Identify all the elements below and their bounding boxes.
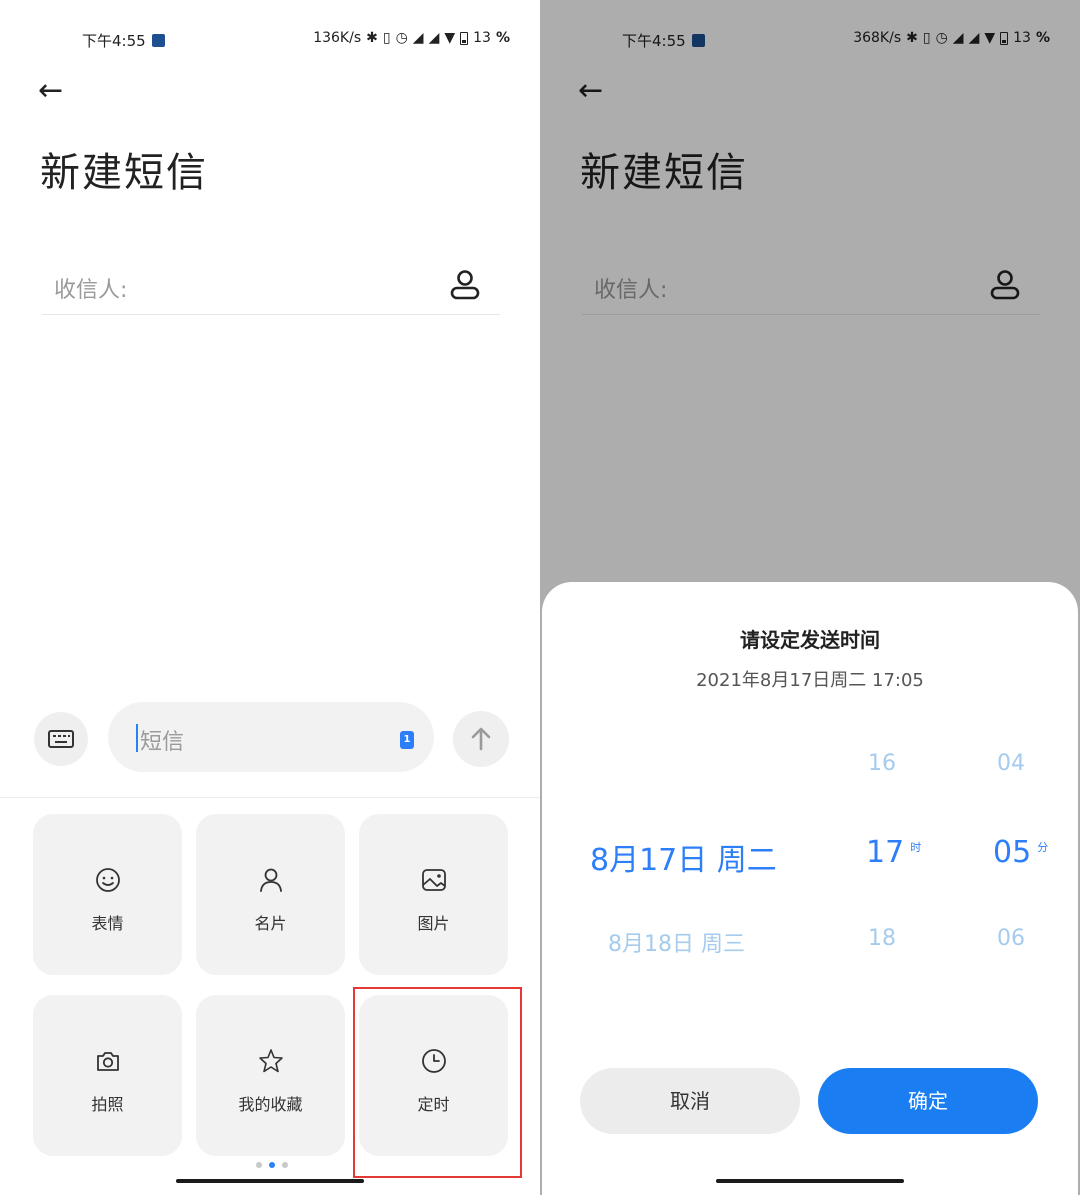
minute-unit: 分 [1037,841,1049,854]
compose-screen: 下午4:55 136K/s ✱ ▯ ◷ ◢ ◢ ▼ 13 % ← 新建短信 收信… [0,0,540,1195]
home-indicator[interactable] [716,1179,904,1183]
home-indicator[interactable] [176,1179,364,1183]
text-cursor [136,724,138,752]
tile-label: 图片 [417,914,450,933]
alarm-icon: ◷ [395,30,408,46]
recipient-field[interactable]: 收信人: [42,260,500,315]
tile-label: 名片 [254,914,287,933]
tile-label: 表情 [91,914,124,933]
star-icon [259,1049,283,1073]
minute-picker-prev[interactable]: 04 [997,751,1025,776]
status-bar: 下午4:55 136K/s ✱ ▯ ◷ ◢ ◢ ▼ 13 % [0,30,540,54]
minute-picker-selected[interactable]: 05 分 [993,835,1048,870]
keyboard-icon [48,730,74,748]
tile-picture[interactable]: 图片 [359,814,508,975]
send-button[interactable] [453,711,509,767]
message-placeholder: 短信 [140,730,185,755]
highlight-box [353,987,522,1178]
date-picker-next[interactable]: 8月18日 周三 [608,926,745,958]
tile-favorites[interactable]: 我的收藏 [196,995,345,1156]
network-speed: 136K/s [313,30,362,46]
arrow-up-icon [471,727,491,751]
notification-icon [151,34,165,47]
page-dot-active [269,1162,275,1168]
signal-icon-2: ◢ [428,30,440,46]
camera-icon [97,1052,119,1071]
recipient-label: 收信人: [54,278,128,303]
page-indicator [256,1162,288,1168]
status-time: 下午4:55 [82,32,146,50]
schedule-time-sheet: 请设定发送时间 2021年8月17日周二 17:05 8月17日 周二 8月18… [542,582,1078,1195]
hour-picker-selected[interactable]: 17 时 [866,835,921,870]
vibrate-icon: ▯ [382,30,391,46]
sim-card-badge[interactable]: 1 [400,731,414,749]
date-picker-selected[interactable]: 8月17日 周二 [590,835,777,879]
sheet-title: 请设定发送时间 [740,628,880,652]
selected-datetime: 2021年8月17日周二 17:05 [696,670,924,691]
divider [0,797,540,798]
wifi-icon: ▼ [444,30,456,46]
minute-picker-next[interactable]: 06 [997,926,1025,951]
message-input[interactable]: 短信 1 [108,702,434,772]
tile-label: 我的收藏 [238,1095,303,1114]
battery-percent: % [495,30,510,46]
minute-value: 05 [993,835,1032,870]
schedule-screen: 下午4:55 368K/s ✱ ▯ ◷ ◢ ◢ ▼ 13 % ← 新建短信 收信… [540,0,1080,1195]
cancel-button[interactable]: 取消 [580,1068,800,1134]
hour-value: 17 [866,835,905,870]
picture-icon [422,869,446,891]
tile-contact-card[interactable]: 名片 [196,814,345,975]
tile-camera[interactable]: 拍照 [33,995,182,1156]
hour-unit: 时 [910,841,922,854]
bluetooth-icon: ✱ [366,30,378,46]
signal-icon: ◢ [412,30,424,46]
tile-emoji[interactable]: 表情 [33,814,182,975]
contact-picker-icon[interactable] [448,268,482,302]
tile-label: 拍照 [91,1095,124,1114]
hour-picker-next[interactable]: 18 [868,926,896,951]
page-dot [256,1162,262,1168]
page-title: 新建短信 [40,150,208,196]
confirm-button[interactable]: 确定 [818,1068,1038,1134]
person-icon [260,868,282,892]
battery-icon [460,31,469,45]
battery-level: 13 [473,30,491,46]
keyboard-toggle-button[interactable] [34,712,88,766]
back-arrow-icon[interactable]: ← [38,74,63,108]
hour-picker-prev[interactable]: 16 [868,751,896,776]
smiley-icon [96,868,120,892]
page-dot [282,1162,288,1168]
